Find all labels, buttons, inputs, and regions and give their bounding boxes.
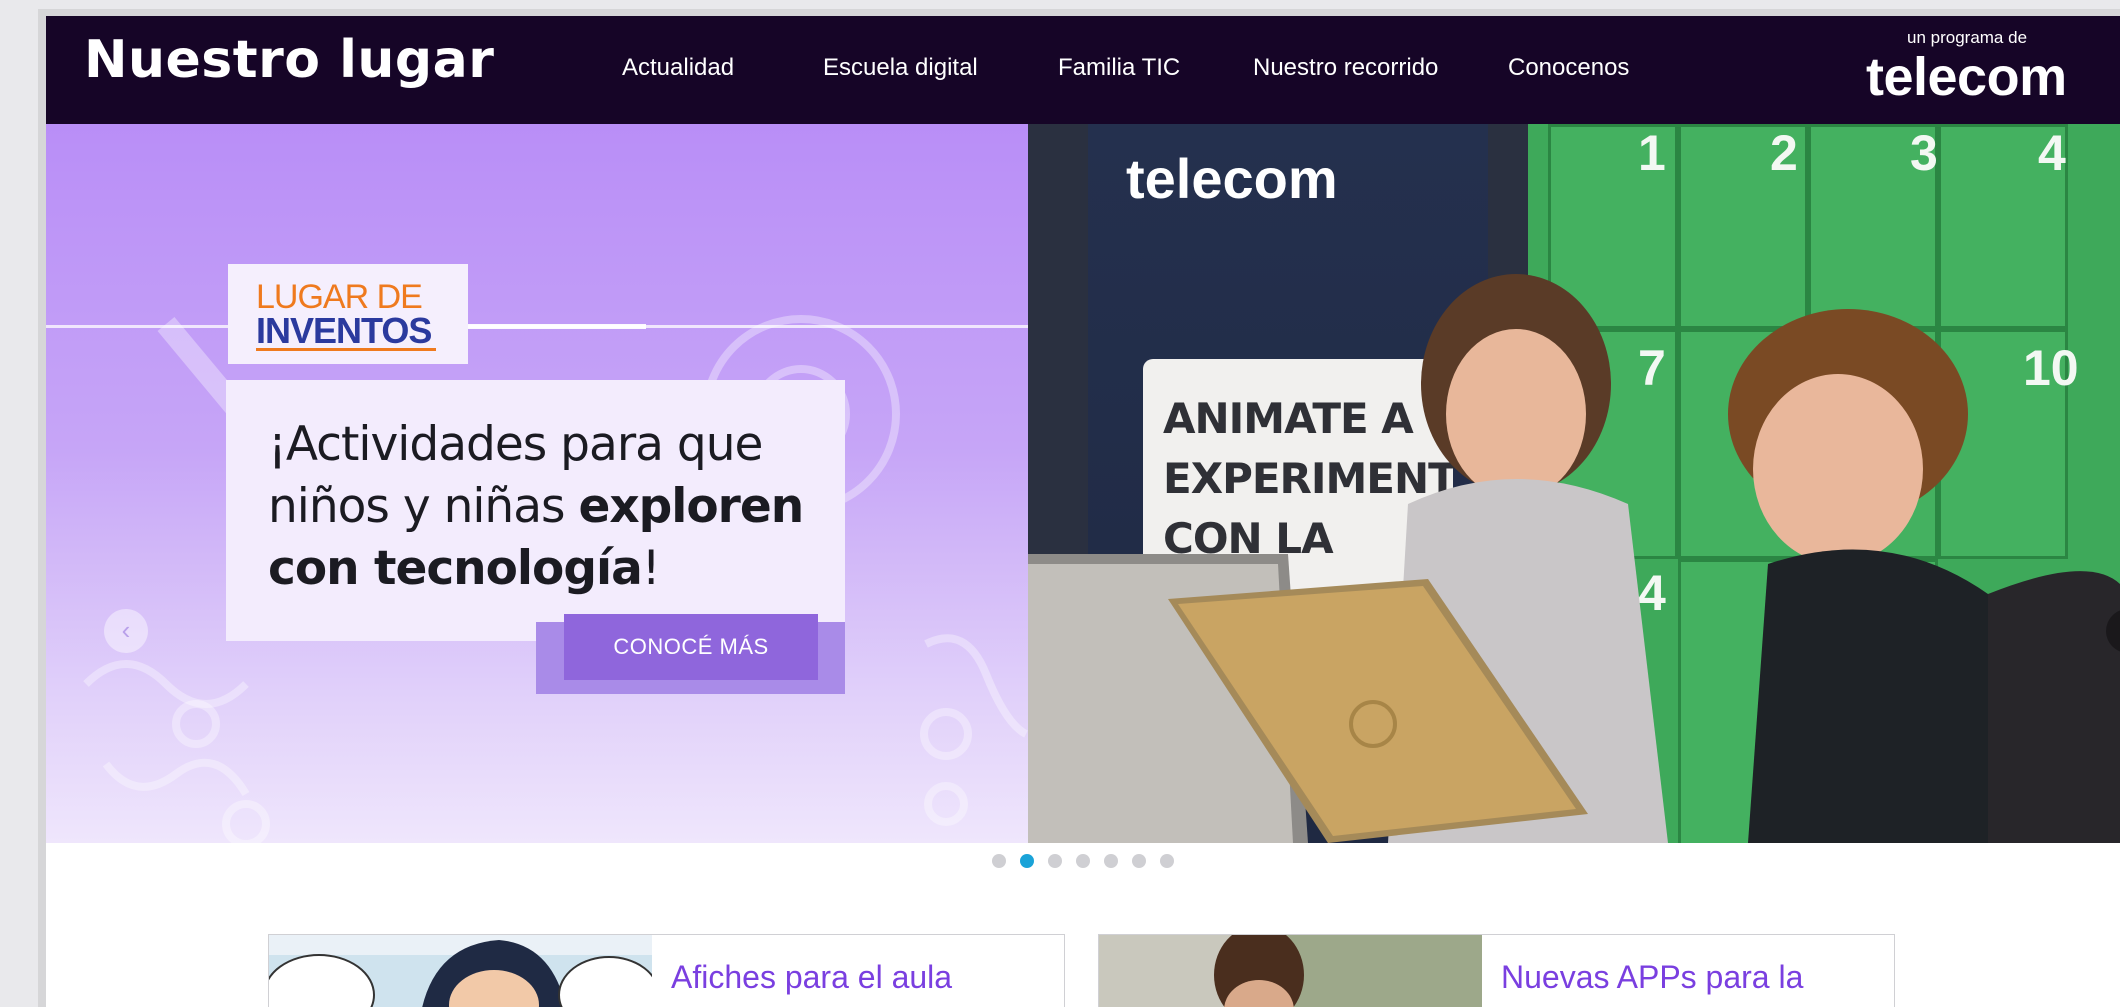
site-header: Nuestro lugar Actualidad Escuela digital… (46, 16, 2120, 124)
slider-dot[interactable] (1132, 854, 1146, 868)
slider-dot-active[interactable] (1020, 854, 1034, 868)
article-title[interactable]: Nuevas APPs para la (1501, 959, 1803, 996)
slider-dot[interactable] (1048, 854, 1062, 868)
slide-graphic: LUGAR DE INVENTOS ¡Actividades para que … (46, 124, 1028, 843)
badge-underline (256, 348, 436, 351)
badge-line-2: INVENTOS (256, 310, 432, 351)
slider-dot[interactable] (1160, 854, 1174, 868)
headline-end: ! (641, 541, 661, 596)
decorative-line-highlight (466, 324, 646, 329)
slider-pagination (992, 854, 1188, 868)
brand-tagline: un programa de (1907, 28, 2028, 47)
slider-prev-arrow[interactable]: ‹ (104, 609, 148, 653)
nav-item-familia-tic[interactable]: Familia TIC (1058, 54, 1180, 82)
slider-dot[interactable] (1104, 854, 1118, 868)
nav-item-conocenos[interactable]: Conocenos (1508, 54, 1629, 82)
page: Nuestro lugar Actualidad Escuela digital… (46, 16, 2120, 1007)
telecom-logo[interactable]: telecom (1866, 46, 2067, 108)
photo-image (1099, 935, 1482, 1007)
conoce-mas-button[interactable]: CONOCÉ MÁS (564, 614, 818, 680)
article-thumbnail[interactable] (269, 935, 652, 1007)
slide-photo: telecom 1 2 3 4 7 8 9 10 4 (1028, 124, 2120, 843)
hero-headline-card: ¡Actividades para que niños y niñas expl… (226, 380, 845, 641)
article-card[interactable]: Nuevas APPs para la (1098, 934, 1895, 1007)
nav-item-actualidad[interactable]: Actualidad (622, 54, 734, 82)
article-title[interactable]: Afiches para el aula (671, 959, 952, 996)
nav-item-nuestro-recorrido[interactable]: Nuestro recorrido (1253, 54, 1438, 82)
slider-dot[interactable] (1076, 854, 1090, 868)
slider-dot[interactable] (992, 854, 1006, 868)
photo-laptops (1028, 554, 1588, 843)
nav-item-escuela-digital[interactable]: Escuela digital (823, 54, 978, 82)
illustration-image (269, 935, 652, 1007)
article-card[interactable]: Afiches para el aula (268, 934, 1065, 1007)
article-thumbnail[interactable] (1099, 935, 1482, 1007)
lugar-de-inventos-badge: LUGAR DE INVENTOS (228, 264, 468, 364)
site-logo[interactable]: Nuestro lugar (84, 30, 494, 90)
hero-headline: ¡Actividades para que niños y niñas expl… (268, 414, 828, 600)
hero-slider: LUGAR DE INVENTOS ¡Actividades para que … (46, 124, 2120, 843)
